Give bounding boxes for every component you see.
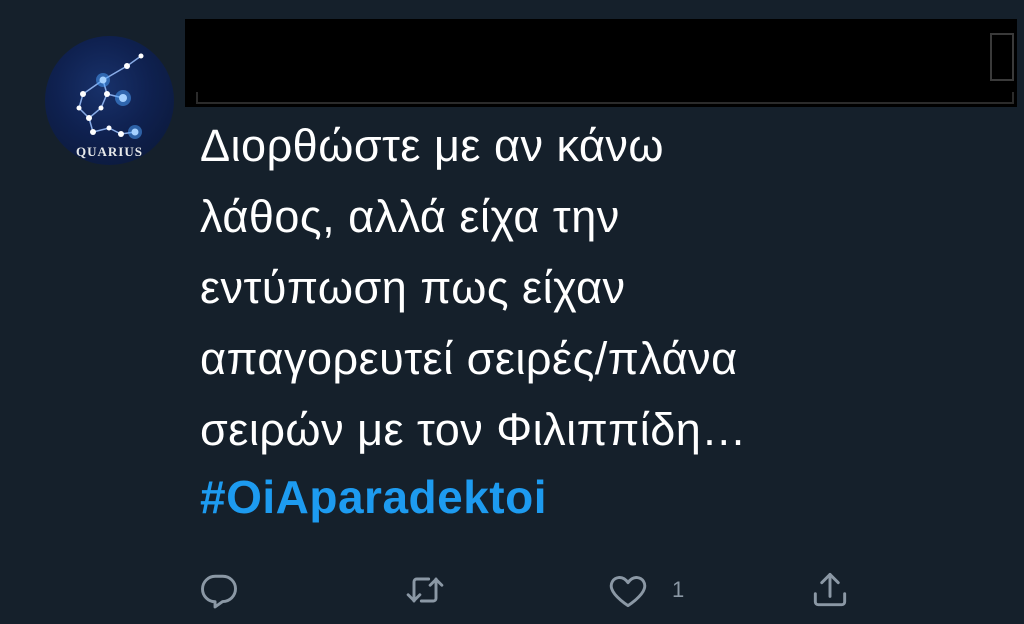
like-button[interactable]: 1 bbox=[606, 566, 684, 614]
tweet-text-line: απαγορευτεί σειρές/πλάνα bbox=[200, 333, 738, 384]
redaction-block bbox=[990, 33, 1014, 81]
reply-icon bbox=[201, 574, 237, 609]
hashtag-link[interactable]: #OiAparadektoi bbox=[200, 467, 1000, 527]
redaction-outline bbox=[196, 92, 1014, 104]
retweet-button[interactable] bbox=[403, 566, 447, 614]
tweet-text-line: λάθος, αλλά είχα την bbox=[200, 191, 620, 242]
like-count: 1 bbox=[672, 577, 685, 602]
share-button[interactable] bbox=[808, 566, 852, 614]
tweet-actions: 1 bbox=[0, 566, 1024, 616]
tweet-text-line: σειρών με τον Φιλιππίδη… bbox=[200, 404, 747, 455]
tweet-text-line: εντύπωση πως είχαν bbox=[200, 262, 626, 313]
avatar-label: QUARIUS bbox=[76, 144, 143, 159]
avatar[interactable]: QUARIUS bbox=[45, 36, 174, 165]
tweet: QUARIUS Διορθώστε με αν κάνω λάθος, αλλά… bbox=[0, 0, 1024, 624]
tweet-text: Διορθώστε με αν κάνω λάθος, αλλά είχα τη… bbox=[200, 110, 1000, 527]
like-icon bbox=[609, 576, 647, 608]
share-icon bbox=[813, 572, 847, 607]
retweet-icon bbox=[406, 577, 444, 603]
tweet-text-line: Διορθώστε με αν κάνω bbox=[200, 120, 665, 171]
reply-button[interactable] bbox=[197, 566, 241, 614]
